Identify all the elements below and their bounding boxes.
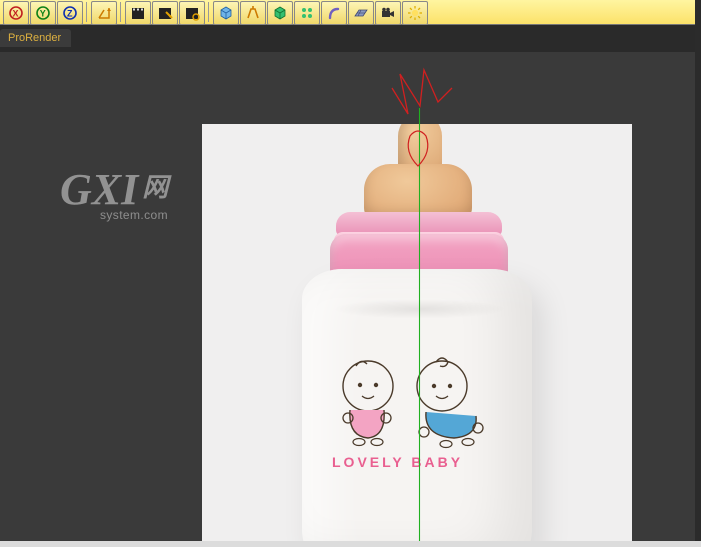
bottle-baby-illustration [328,352,498,452]
viewport-container: LOVELY BABY GXI网 system.com [0,47,701,547]
add-deformer-button[interactable] [321,1,347,25]
watermark-text: GXI网 [60,164,168,215]
array-icon [299,5,315,21]
right-panel-edge [695,0,701,547]
svg-text:X: X [12,9,18,19]
toolbar-separator [120,2,121,22]
nurbs-icon [272,5,288,21]
cube-icon [218,5,234,21]
clapper-region-icon [157,5,173,21]
perspective-viewport[interactable]: LOVELY BABY GXI网 system.com [0,52,701,547]
axis-x-button[interactable]: X [3,1,29,25]
app-window: X Y Z [0,0,701,547]
add-cube-button[interactable] [213,1,239,25]
toolbar-separator [86,2,87,22]
add-light-button[interactable] [402,1,428,25]
light-icon [407,5,423,21]
pen-icon [245,5,261,21]
add-pen-button[interactable] [240,1,266,25]
axis-x-icon: X [8,5,24,21]
menu-tab-bar: ProRender [0,25,701,47]
clapper-icon [130,5,146,21]
clapper-gear-icon [184,5,200,21]
y-axis-line [419,108,420,547]
bend-icon [326,5,342,21]
add-array-button[interactable] [294,1,320,25]
tab-prorender[interactable]: ProRender [0,29,71,47]
render-settings-button[interactable] [179,1,205,25]
axis-y-button[interactable]: Y [30,1,56,25]
bottom-statusbar-edge [0,541,701,547]
axis-y-icon: Y [35,5,51,21]
watermark-sub-text: system.com [100,208,168,222]
watermark-main: GXI [60,165,138,214]
camera-icon [380,5,396,21]
watermark-suffix: 网 [142,173,168,202]
add-environment-button[interactable] [348,1,374,25]
render-view-button[interactable] [125,1,151,25]
add-nurbs-button[interactable] [267,1,293,25]
add-camera-button[interactable] [375,1,401,25]
bottle-label-text: LOVELY BABY [332,454,463,470]
reference-image-plane: LOVELY BABY [202,124,632,547]
axis-z-icon: Z [62,5,78,21]
svg-text:Y: Y [39,9,45,19]
coordinate-system-button[interactable] [91,1,117,25]
render-region-button[interactable] [152,1,178,25]
toolbar-separator [208,2,209,22]
main-toolbar: X Y Z [0,0,701,25]
svg-text:Z: Z [67,9,73,19]
axis-z-button[interactable]: Z [57,1,83,25]
coord-icon [96,5,112,21]
floor-icon [353,5,369,21]
